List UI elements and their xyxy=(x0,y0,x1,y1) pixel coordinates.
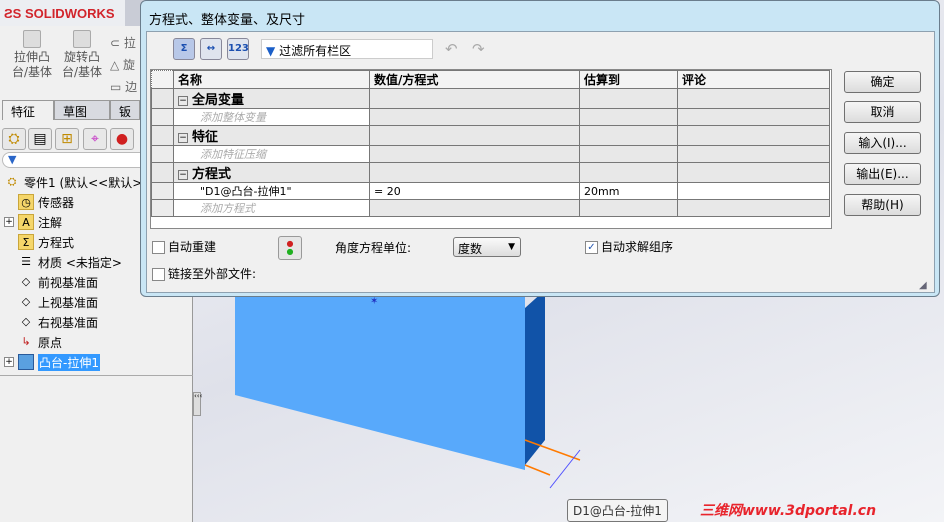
watermark: 三维网www.3dportal.cn xyxy=(700,503,877,519)
equations-dialog: 方程式、整体变量、及尺寸 Σ ↔ 123 ▼ 过滤所有栏区 ↶ ↷ 名称 数值/方… xyxy=(140,0,940,297)
extrude-label: 拉伸凸 台/基体 xyxy=(11,50,53,79)
cancel-button[interactable]: 取消 xyxy=(844,101,921,123)
appearance-icon[interactable]: ● xyxy=(110,128,134,150)
origin-axis-icon: ✶ xyxy=(370,296,379,307)
plane-icon: ◇ xyxy=(21,315,31,328)
tree-root-part[interactable]: ⛭ 零件1 (默认<<默认>... xyxy=(4,172,154,192)
filter-icon: ▼ xyxy=(266,44,276,58)
plane-icon: ◇ xyxy=(21,275,31,288)
expand-icon[interactable]: + xyxy=(4,217,14,227)
tree-item-front-plane[interactable]: ◇ 前视基准面 xyxy=(4,272,98,292)
angle-units-select[interactable]: 度数 ▼ xyxy=(453,237,521,257)
tree-item-equations[interactable]: Σ 方程式 xyxy=(4,232,74,252)
loft-button[interactable]: △ 旋 xyxy=(110,54,137,76)
dimension-tooltip: D1@凸台-拉伸1 xyxy=(567,499,668,522)
tree-item-boss-extrude1[interactable]: + 凸台-拉伸1 xyxy=(4,352,100,372)
extrude-icon xyxy=(23,30,41,48)
add-equation-row[interactable]: 添加方程式 xyxy=(151,199,830,217)
auto-rebuild-checkbox[interactable]: 自动重建 xyxy=(152,238,216,255)
revolve-label: 旋转凸 台/基体 xyxy=(61,50,103,79)
angle-units-label: 角度方程单位: xyxy=(335,241,412,255)
redo-icon[interactable]: ↷ xyxy=(472,40,485,58)
dialog-body: Σ ↔ 123 ▼ 过滤所有栏区 ↶ ↷ 名称 数值/方程式 估算到 评论 − 全局变量… xyxy=(146,31,935,293)
tree-item-top-plane[interactable]: ◇ 上视基准面 xyxy=(4,292,98,312)
sketch-equation-view-button[interactable]: ↔ xyxy=(200,38,222,60)
group-row-global-variables[interactable]: − 全局变量 xyxy=(151,88,830,109)
annotation-folder-icon: A xyxy=(18,214,34,230)
panel-collapse-handle[interactable]: ‹‹‹ xyxy=(193,392,202,416)
table-header: 名称 数值/方程式 估算到 评论 xyxy=(151,70,830,89)
origin-icon: ↳ xyxy=(21,335,31,348)
boundary-button[interactable]: ▭ 边 xyxy=(110,76,137,98)
group-row-equations[interactable]: − 方程式 xyxy=(151,162,830,183)
collapse-icon: − xyxy=(178,132,188,143)
extrude-feature-icon xyxy=(18,354,34,370)
plane-icon: ◇ xyxy=(21,295,31,308)
export-button[interactable]: 输出(E)... xyxy=(844,163,921,185)
add-global-variable-row[interactable]: 添加整体变量 xyxy=(151,108,830,126)
configuration-manager-icon[interactable]: ⊞ xyxy=(55,128,79,150)
chevron-down-icon: ▼ xyxy=(508,242,515,252)
undo-icon[interactable]: ↶ xyxy=(445,40,458,58)
sensor-folder-icon: ◷ xyxy=(18,194,34,210)
tree-item-origin[interactable]: ↳ 原点 xyxy=(4,332,62,352)
tree-item-sensors[interactable]: ◷ 传感器 xyxy=(4,192,74,212)
tab-sheet-metal[interactable]: 钣 xyxy=(110,100,140,120)
link-external-checkbox[interactable]: 链接至外部文件: xyxy=(152,265,256,282)
tab-sketch[interactable]: 草图 xyxy=(54,100,110,120)
dimxpert-icon[interactable]: ⌖ xyxy=(83,128,107,150)
collapse-icon: − xyxy=(178,169,188,180)
extrude-boss-button[interactable]: 拉伸凸 台/基体 xyxy=(8,30,56,80)
tab-features[interactable]: 特征 xyxy=(2,100,54,120)
group-row-features[interactable]: − 特征 xyxy=(151,125,830,146)
collapse-icon: − xyxy=(178,95,188,106)
add-feature-suppression-row[interactable]: 添加特征压缩 xyxy=(151,145,830,163)
equation-folder-icon: Σ xyxy=(18,234,34,250)
filter-input[interactable]: ▼ 过滤所有栏区 xyxy=(261,39,433,59)
auto-solve-order-checkbox[interactable]: ✓ 自动求解组序 xyxy=(585,238,673,255)
equations-table: 名称 数值/方程式 估算到 评论 − 全局变量 添加整体变量 − 特征 添加特征压缩 − 方… xyxy=(150,69,832,229)
tree-item-material[interactable]: ☰ 材质 <未指定> xyxy=(4,252,122,272)
solidworks-logo: ƧS SOLIDWORKS xyxy=(0,0,125,26)
equation-view-button[interactable]: Σ xyxy=(173,38,195,60)
help-button[interactable]: 帮助(H) xyxy=(844,194,921,216)
revolve-boss-button[interactable]: 旋转凸 台/基体 xyxy=(60,30,104,80)
part-icon: ⛭ xyxy=(7,175,17,188)
extruded-part-model[interactable] xyxy=(235,290,595,520)
panel-divider xyxy=(0,375,193,376)
resize-grip[interactable]: ◢ xyxy=(919,280,927,291)
import-button[interactable]: 输入(I)... xyxy=(844,132,921,154)
property-manager-icon[interactable]: ▤ xyxy=(28,128,52,150)
tree-item-annotations[interactable]: + A 注解 xyxy=(4,212,62,232)
table-row[interactable]: "D1@凸台-拉伸1" = 20 20mm xyxy=(151,182,830,200)
rebuild-traffic-light-button[interactable]: ● ● xyxy=(278,236,302,260)
dimension-view-button[interactable]: 123 xyxy=(227,38,249,60)
sweep-button[interactable]: ⊂ 拉 xyxy=(110,32,137,54)
material-icon: ☰ xyxy=(21,255,31,268)
dialog-title: 方程式、整体变量、及尺寸 xyxy=(149,13,306,28)
ok-button[interactable]: 确定 xyxy=(844,71,921,93)
expand-icon[interactable]: + xyxy=(4,357,14,367)
tree-item-right-plane[interactable]: ◇ 右视基准面 xyxy=(4,312,98,332)
feature-manager-icon[interactable]: ⛭ xyxy=(2,128,26,150)
revolve-icon xyxy=(73,30,91,48)
